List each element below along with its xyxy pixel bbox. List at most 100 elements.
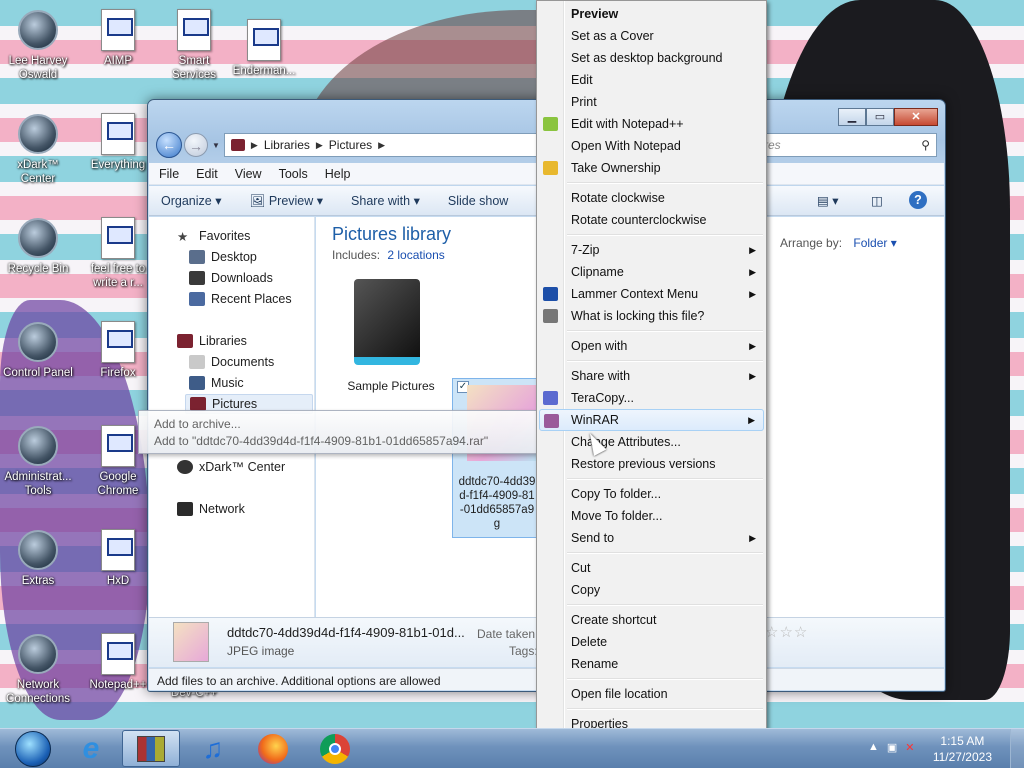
menu-item-send-to[interactable]: Send to ▶ <box>539 527 764 549</box>
desktop-icon-2[interactable]: AIMP <box>80 8 156 68</box>
menu-item-delete[interactable]: Delete <box>539 631 764 653</box>
menu-item-preview[interactable]: Preview <box>539 3 764 25</box>
preview-pane-button[interactable]: ◫ <box>871 193 883 208</box>
nav-music[interactable]: Music <box>189 376 244 390</box>
menu-item-lammer-context-menu[interactable]: Lammer Context Menu ▶ <box>539 283 764 305</box>
winrar-icon[interactable] <box>122 730 180 767</box>
menu-help[interactable]: Help <box>325 167 351 181</box>
teracopy-icon <box>543 391 558 405</box>
menu-item-change-attributes[interactable]: Change Attributes... <box>539 431 764 453</box>
desktop-icon-9[interactable]: Control Panel <box>0 320 76 380</box>
search-input[interactable]: res ⚲ <box>757 133 937 157</box>
desktop-icon-8[interactable]: feel free to write a r... <box>80 216 156 290</box>
forward-button[interactable]: → <box>184 133 208 157</box>
menu-item-open-file-location[interactable]: Open file location <box>539 683 764 705</box>
arrange-by-dropdown[interactable]: Folder ▾ <box>853 236 896 250</box>
document-icon <box>96 112 140 156</box>
desktop-icon-11[interactable]: Administrat... Tools <box>0 424 76 498</box>
nav-network[interactable]: Network <box>177 502 245 516</box>
start-orb-icon[interactable] <box>4 730 62 767</box>
menu-item-set-as-a-cover[interactable]: Set as a Cover <box>539 25 764 47</box>
share-with-button[interactable]: Share with ▾ <box>351 193 420 208</box>
desktop-icon-10[interactable]: Firefox <box>80 320 156 380</box>
menu-item-set-as-desktop-background[interactable]: Set as desktop background <box>539 47 764 69</box>
maximize-button[interactable]: ▭ <box>866 108 894 126</box>
search-icon[interactable]: ⚲ <box>921 138 930 152</box>
internet-explorer-icon[interactable]: e <box>62 730 120 767</box>
firefox-icon[interactable] <box>244 730 302 767</box>
menu-item-copy[interactable]: Copy <box>539 579 764 601</box>
document-icon <box>172 8 216 52</box>
menu-item-edit[interactable]: Edit <box>539 69 764 91</box>
desktop-icon-4[interactable]: Enderman... <box>226 18 302 78</box>
desktop-icon-13[interactable]: Extras <box>0 528 76 588</box>
menu-item-move-to-folder[interactable]: Move To folder... <box>539 505 764 527</box>
desktop-icon-16[interactable]: Notepad++ <box>80 632 156 692</box>
menu-view[interactable]: View <box>235 167 262 181</box>
network-icon <box>16 632 60 676</box>
nav-documents[interactable]: Documents <box>189 355 274 369</box>
pictures-icon <box>190 397 206 411</box>
menu-item-rotate-clockwise[interactable]: Rotate clockwise <box>539 187 764 209</box>
menu-edit[interactable]: Edit <box>196 167 218 181</box>
chrome-icon[interactable] <box>306 730 364 767</box>
nav-favorites[interactable]: ★ Favorites <box>177 229 250 244</box>
help-icon[interactable]: ? <box>909 191 927 209</box>
file-item-selected-image[interactable]: ✓ ddtdc70-4dd39 d-f1f4-4909-81 -01dd6585… <box>452 378 540 538</box>
desktop-icon-3[interactable]: Smart Services <box>156 8 232 82</box>
menu-item-7-zip[interactable]: 7-Zip ▶ <box>539 239 764 261</box>
desktop-icon-14[interactable]: HxD <box>80 528 156 588</box>
nav-downloads[interactable]: Downloads <box>189 271 273 285</box>
breadcrumb-libraries[interactable]: Libraries <box>264 138 310 152</box>
show-desktop-button[interactable] <box>1010 729 1024 768</box>
rating-stars[interactable]: ☆☆☆ <box>765 623 808 641</box>
menu-item-rotate-counterclockwise[interactable]: Rotate counterclockwise <box>539 209 764 231</box>
desktop-icon-15[interactable]: Network Connections <box>0 632 76 706</box>
music-note-icon[interactable]: ♫ <box>184 730 242 767</box>
network-tray-icon[interactable]: ▣ <box>887 741 897 754</box>
slide-show-button[interactable]: Slide show <box>448 194 508 208</box>
menu-item-teracopy[interactable]: TeraCopy... <box>539 387 764 409</box>
menu-item-edit-with-notepad[interactable]: Edit with Notepad++ <box>539 113 764 135</box>
desktop-icon-1[interactable]: Lee Harvey Oswald <box>0 8 76 82</box>
menu-item-rename[interactable]: Rename <box>539 653 764 675</box>
desktop-icon-5[interactable]: xDark™ Center <box>0 112 76 186</box>
minimize-button[interactable]: ▁ <box>838 108 866 126</box>
nav-desktop[interactable]: Desktop <box>189 250 257 264</box>
menu-file[interactable]: File <box>159 167 179 181</box>
tray-expand-icon[interactable]: ▲ <box>868 741 879 754</box>
includes-locations-link[interactable]: 2 locations <box>387 248 444 262</box>
menu-item-open-with[interactable]: Open with ▶ <box>539 335 764 357</box>
view-options-button[interactable]: ▤ ▾ <box>817 193 839 208</box>
menu-item-clipname[interactable]: Clipname ▶ <box>539 261 764 283</box>
close-button[interactable]: ✕ <box>894 108 938 126</box>
volume-muted-icon[interactable]: ✕ <box>905 741 914 754</box>
menu-separator <box>567 604 763 606</box>
desktop-icon-6[interactable]: Everything <box>80 112 156 172</box>
recycle-bin-icon <box>16 216 60 260</box>
recent-pages-dropdown[interactable]: ▼ <box>212 141 220 150</box>
nav-recent-places[interactable]: Recent Places <box>189 292 292 306</box>
preview-button[interactable]: 🖼 Preview ▾ <box>249 193 323 209</box>
back-button[interactable]: ← <box>156 132 182 158</box>
organize-button[interactable]: Organize ▾ <box>161 193 221 208</box>
menu-item-copy-to-folder[interactable]: Copy To folder... <box>539 483 764 505</box>
folder-item-sample-pictures[interactable]: Sample Pictures <box>332 279 450 393</box>
menu-item-what-is-locking-this-file[interactable]: What is locking this file? <box>539 305 764 327</box>
breadcrumb-pictures[interactable]: Pictures <box>329 138 372 152</box>
menu-item-share-with[interactable]: Share with ▶ <box>539 365 764 387</box>
downloads-icon <box>189 271 205 285</box>
menu-tools[interactable]: Tools <box>279 167 308 181</box>
desktop-icon-7[interactable]: Recycle Bin <box>0 216 76 276</box>
menu-item-open-with-notepad[interactable]: Open With Notepad <box>539 135 764 157</box>
network-icon <box>177 502 193 516</box>
clock[interactable]: 1:15 AM 11/27/2023 <box>933 733 992 765</box>
menu-item-create-shortcut[interactable]: Create shortcut <box>539 609 764 631</box>
nav-libraries[interactable]: Libraries <box>177 334 247 348</box>
nav-xdark-center[interactable]: xDark™ Center <box>177 460 285 474</box>
menu-item-print[interactable]: Print <box>539 91 764 113</box>
menu-item-take-ownership[interactable]: Take Ownership <box>539 157 764 179</box>
menu-item-winrar[interactable]: WinRAR ▶ <box>539 409 764 431</box>
menu-item-cut[interactable]: Cut <box>539 557 764 579</box>
menu-item-restore-previous-versions[interactable]: Restore previous versions <box>539 453 764 475</box>
